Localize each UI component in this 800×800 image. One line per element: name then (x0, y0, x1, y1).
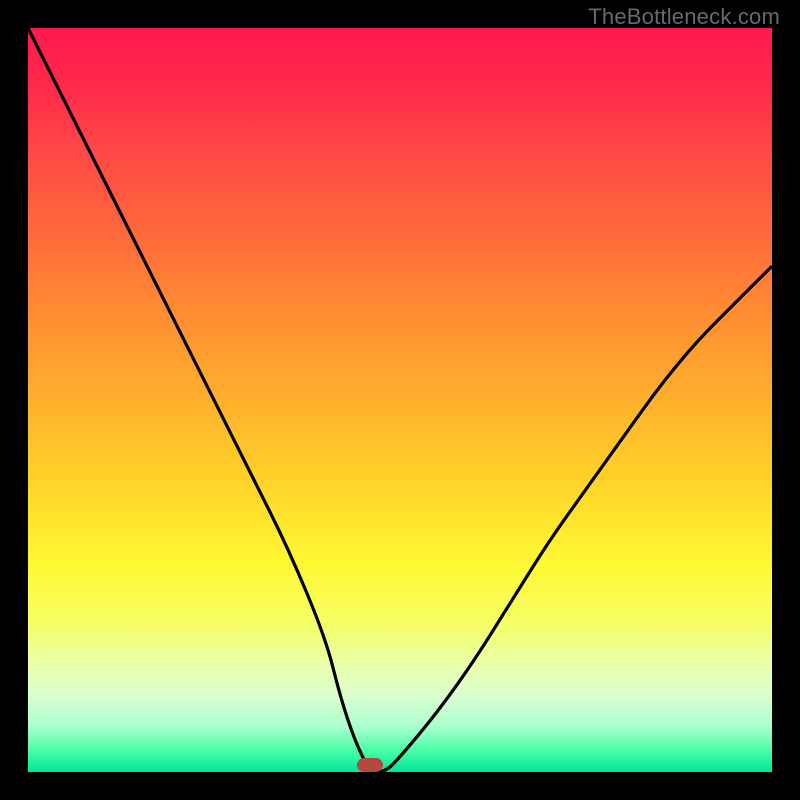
curve-path (28, 28, 772, 772)
optimal-point-marker (357, 758, 383, 772)
watermark-text: TheBottleneck.com (588, 4, 780, 30)
bottleneck-curve (28, 28, 772, 772)
chart-frame: TheBottleneck.com (0, 0, 800, 800)
plot-area (28, 28, 772, 772)
